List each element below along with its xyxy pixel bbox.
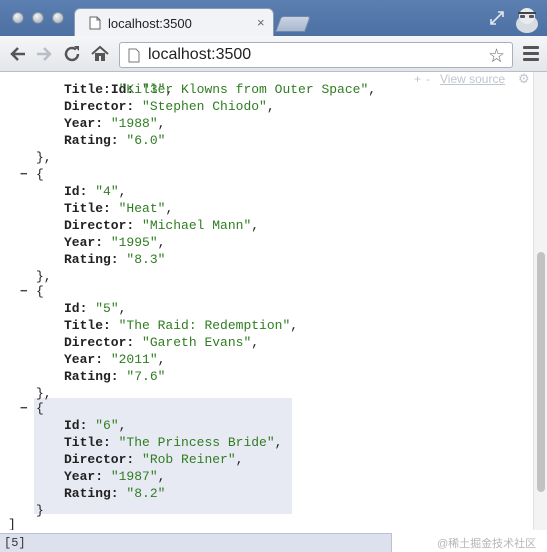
json-value: "5" xyxy=(95,301,119,316)
json-value: "Stephen Chiodo" xyxy=(142,99,267,114)
tab-strip: localhost:3500 × xyxy=(0,0,547,38)
json-value: "6.0" xyxy=(126,133,166,148)
address-bar[interactable]: ☆ xyxy=(119,42,513,68)
browser-tab[interactable]: localhost:3500 × xyxy=(74,8,274,38)
json-value: "Gareth Evans" xyxy=(142,335,252,350)
json-viewer: Id: "3", Title: "Killer Klowns from Oute… xyxy=(0,72,547,530)
json-key: Director: xyxy=(64,335,135,350)
json-key: Director: xyxy=(64,452,135,467)
json-key: Id: xyxy=(64,184,88,199)
new-tab-button[interactable] xyxy=(275,16,311,32)
json-value: "7.6" xyxy=(126,369,166,384)
json-key: Year: xyxy=(64,235,104,250)
json-key: Rating: xyxy=(64,133,119,148)
incognito-icon xyxy=(516,8,538,33)
gear-icon[interactable]: ⚙ xyxy=(518,72,530,87)
status-bar: [5] @稀土掘金技术社区 xyxy=(0,530,547,552)
back-arrow-icon[interactable] xyxy=(8,44,28,64)
view-source-link[interactable]: View source xyxy=(440,72,505,86)
tab-title: localhost:3500 xyxy=(108,16,192,31)
json-key: Title: xyxy=(64,201,111,216)
menu-icon[interactable] xyxy=(523,46,539,62)
collapse-all-button[interactable]: - xyxy=(426,72,430,86)
home-icon[interactable] xyxy=(90,44,110,64)
json-value: "8.2" xyxy=(126,486,166,501)
forward-arrow-icon[interactable] xyxy=(34,44,54,64)
scrollbar-thumb[interactable] xyxy=(537,252,545,492)
json-value: "6" xyxy=(95,418,119,433)
json-key: Id: xyxy=(64,301,88,316)
json-value: "The Princess Bride" xyxy=(118,435,275,450)
close-brace: }, xyxy=(36,150,52,165)
close-bracket: ] xyxy=(8,517,16,530)
json-value: "2011" xyxy=(110,352,158,367)
reload-icon[interactable] xyxy=(62,44,82,64)
json-value: "1988" xyxy=(110,116,158,131)
bookmark-star-icon[interactable]: ☆ xyxy=(488,45,505,68)
collapse-toggle[interactable]: − xyxy=(20,166,28,183)
minimize-window-button[interactable] xyxy=(32,12,44,24)
json-key: Id: xyxy=(64,418,88,433)
json-value: "Rob Reiner" xyxy=(142,452,236,467)
json-line: Id: "3", xyxy=(110,82,174,97)
json-key: Rating: xyxy=(64,486,119,501)
page-icon xyxy=(128,48,140,63)
close-window-button[interactable] xyxy=(12,12,24,24)
open-brace: { xyxy=(36,401,44,416)
json-key: Director: xyxy=(64,218,135,233)
json-key: Year: xyxy=(64,352,104,367)
zoom-window-button[interactable] xyxy=(52,12,64,24)
json-path-status: [5] xyxy=(0,533,392,552)
vertical-scrollbar[interactable] xyxy=(533,72,547,530)
collapse-toggle[interactable]: − xyxy=(20,400,28,417)
json-value: "Killer Klowns from Outer Space" xyxy=(118,82,369,97)
json-key: Director: xyxy=(64,99,135,114)
page-icon xyxy=(89,16,101,30)
json-key: Title: xyxy=(64,435,111,450)
json-value: "4" xyxy=(95,184,119,199)
json-key: Rating: xyxy=(64,252,119,267)
open-brace: { xyxy=(36,284,44,299)
json-key: Title: xyxy=(64,318,111,333)
json-value: "Heat" xyxy=(118,201,166,216)
close-brace: } xyxy=(36,503,44,518)
url-input[interactable] xyxy=(148,46,448,64)
open-brace: { xyxy=(36,167,44,182)
json-value: "1995" xyxy=(110,235,158,250)
json-key: Year: xyxy=(64,116,104,131)
json-key: Year: xyxy=(64,469,104,484)
json-key: Title: xyxy=(64,82,111,97)
json-value: "1987" xyxy=(110,469,158,484)
json-value: "Michael Mann" xyxy=(142,218,252,233)
json-value: "The Raid: Redemption" xyxy=(118,318,291,333)
tab-close-icon[interactable]: × xyxy=(257,15,265,30)
browser-toolbar: ☆ xyxy=(0,36,547,72)
expand-all-button[interactable]: + xyxy=(414,72,421,86)
collapse-toggle[interactable]: − xyxy=(20,283,28,300)
json-value: "8.3" xyxy=(126,252,166,267)
fullscreen-icon[interactable] xyxy=(488,9,506,27)
json-key: Rating: xyxy=(64,369,119,384)
watermark: @稀土掘金技术社区 xyxy=(437,538,537,550)
